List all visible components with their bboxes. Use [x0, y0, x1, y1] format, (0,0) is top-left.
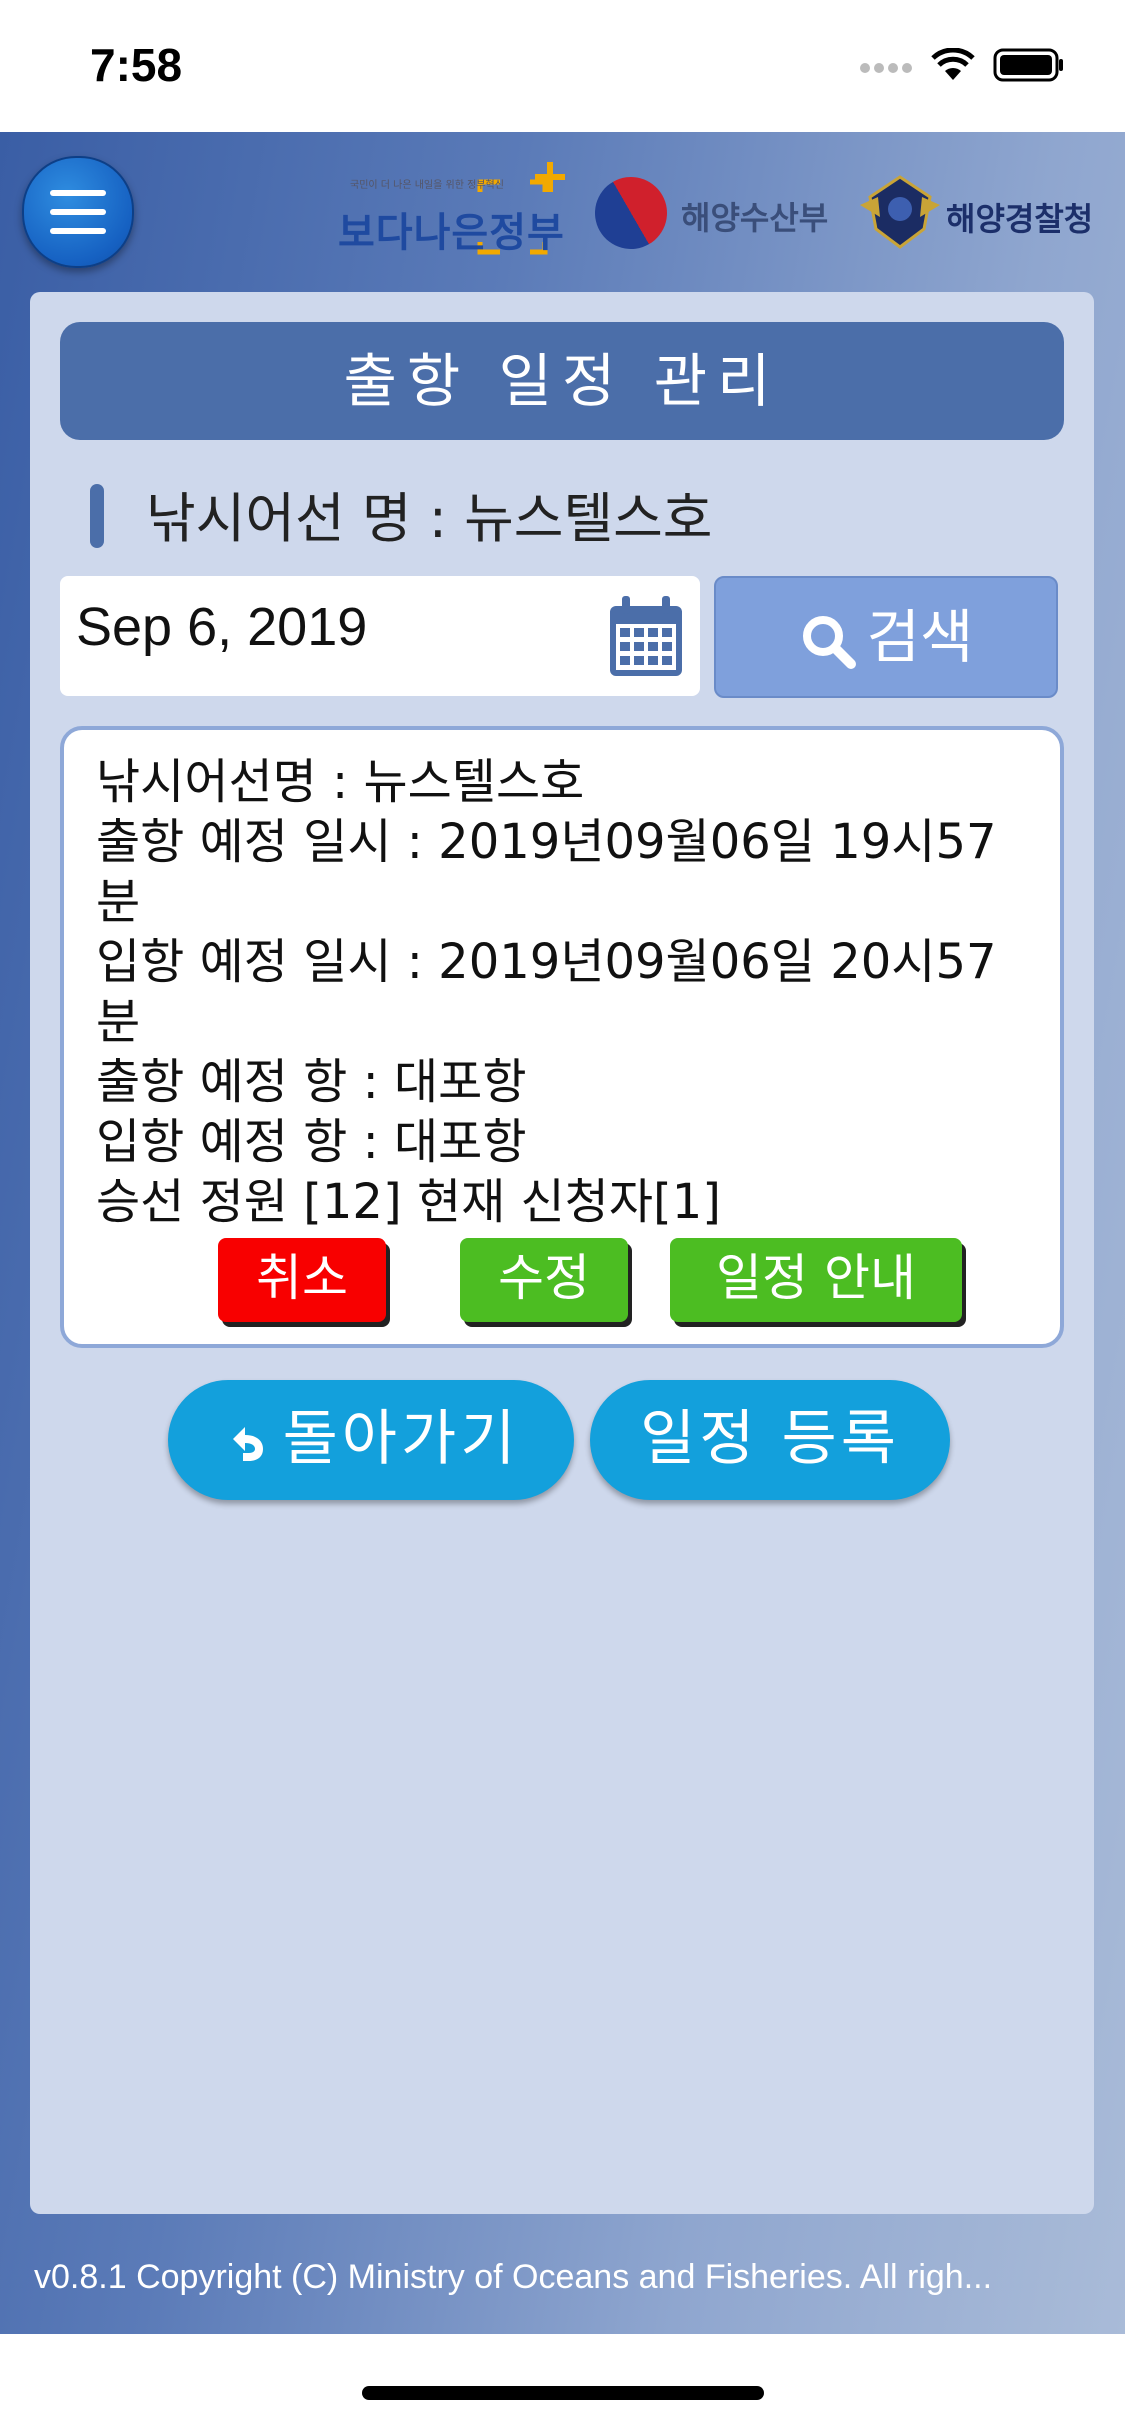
- status-icons: [859, 48, 1065, 82]
- schedule-line: 승선 정원 [12] 현재 신청자[1]: [96, 1174, 721, 1230]
- search-button[interactable]: 검색: [714, 576, 1058, 698]
- status-time: 7:58: [90, 39, 183, 91]
- date-picker-field[interactable]: Sep 6, 2019: [60, 576, 700, 696]
- edit-button[interactable]: 수정: [460, 1238, 628, 1322]
- home-indicator-area: [0, 2334, 1125, 2436]
- main-panel: 출항 일정 관리 낚시어선 명 : 뉴스텔스호 Sep 6, 2019 검색 낚…: [30, 292, 1094, 2214]
- menu-button[interactable]: [22, 156, 134, 268]
- schedule-line: 입항 예정 항 : 대포항: [96, 1114, 527, 1170]
- schedule-details: 낚시어선명 : 뉴스텔스호 출항 예정 일시 : 2019년09월06일 19시…: [96, 752, 1036, 1232]
- back-button-label: 돌아가기: [282, 1404, 520, 1474]
- vessel-name-label: 낚시어선 명 : 뉴스텔스호: [146, 487, 713, 550]
- date-value: Sep 6, 2019: [76, 597, 368, 657]
- calendar-icon[interactable]: [606, 594, 686, 680]
- kcg-logo: 해양경찰청: [860, 162, 1110, 262]
- search-button-label: 검색: [866, 603, 974, 671]
- mof-logo: 해양수산부: [581, 163, 855, 263]
- schedule-line: 출항 예정 항 : 대포항: [96, 1054, 527, 1110]
- battery-icon: [993, 48, 1063, 82]
- schedule-guide-button[interactable]: 일정 안내: [670, 1238, 962, 1322]
- wifi-icon: [931, 48, 975, 80]
- home-indicator[interactable]: [362, 2386, 764, 2400]
- cancel-button[interactable]: 취소: [218, 1238, 386, 1322]
- schedule-line: 입항 예정 일시 : 2019년09월06일 20시57분: [96, 934, 997, 1050]
- agency-logos: 국민이 더 나은 내일을 위한 정부혁신 보다나은정부 해양수산부 해양경찰청: [330, 152, 1110, 272]
- page-title: 출항 일정 관리: [60, 322, 1064, 440]
- vessel-accent-bar: [90, 484, 104, 548]
- gov-innovation-logo: 국민이 더 나은 내일을 위한 정부혁신 보다나은정부: [330, 162, 570, 262]
- copyright-footer: v0.8.1 Copyright (C) Ministry of Oceans …: [34, 2258, 993, 2296]
- cellular-signal-icon: [860, 63, 912, 73]
- search-icon: [802, 615, 856, 669]
- app-header: 국민이 더 나은 내일을 위한 정부혁신 보다나은정부 해양수산부 해양경찰청: [0, 132, 1125, 292]
- status-bar: 7:58: [0, 0, 1125, 132]
- schedule-line: 출항 예정 일시 : 2019년09월06일 19시57분: [96, 814, 997, 930]
- schedule-card: 낚시어선명 : 뉴스텔스호 출항 예정 일시 : 2019년09월06일 19시…: [60, 726, 1064, 1348]
- undo-arrow-icon: [232, 1427, 263, 1462]
- register-schedule-button[interactable]: 일정 등록: [590, 1380, 950, 1500]
- schedule-actions: 취소 수정 일정 안내: [64, 1238, 1060, 1328]
- back-button[interactable]: 돌아가기: [168, 1380, 574, 1500]
- schedule-line: 낚시어선명 : 뉴스텔스호: [96, 754, 585, 810]
